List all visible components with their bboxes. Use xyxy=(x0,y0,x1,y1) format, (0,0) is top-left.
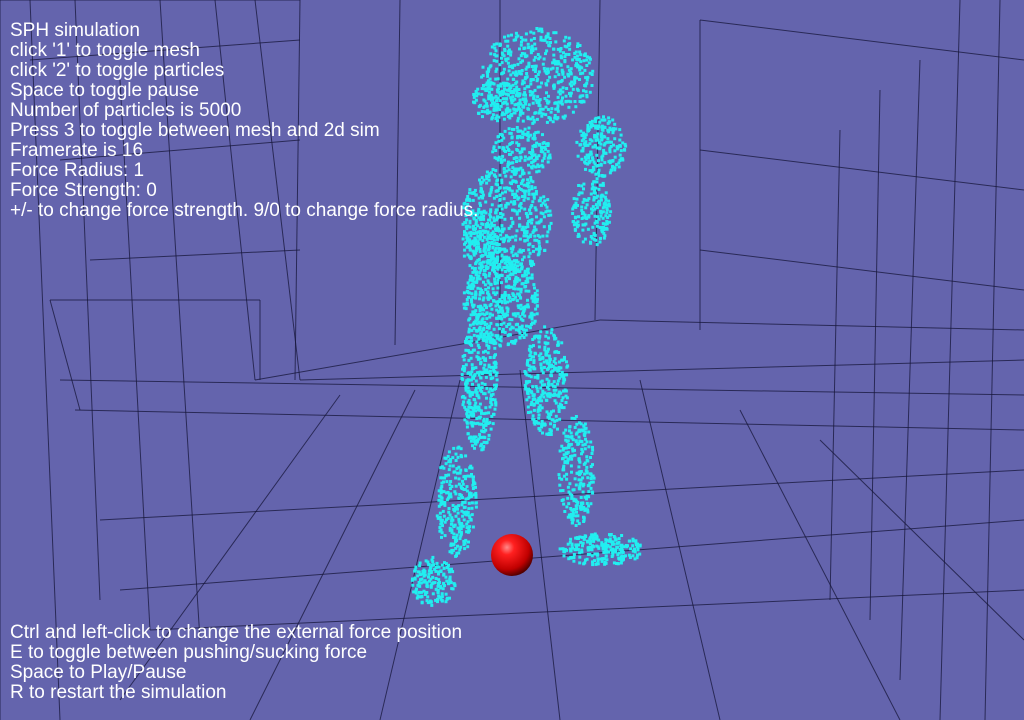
hud-line-particle-count: Number of particles is 5000 xyxy=(10,100,242,121)
simulation-viewport[interactable]: SPH simulation click '1' to toggle mesh … xyxy=(0,0,1024,720)
hud-line-toggle-pause: Space to toggle pause xyxy=(10,80,200,101)
hud-title: SPH simulation xyxy=(10,20,140,41)
hud-line-restart: R to restart the simulation xyxy=(10,682,227,703)
hud-line-play-pause: Space to Play/Pause xyxy=(10,662,187,683)
force-sphere-icon[interactable] xyxy=(491,534,533,576)
hud-line-force-strength: Force Strength: 0 xyxy=(10,180,157,201)
hud-instructions-bottom: Ctrl and left-click to change the extern… xyxy=(10,623,462,703)
hud-line-toggle-particles: click '2' to toggle particles xyxy=(10,60,225,81)
hud-instructions-top: SPH simulation click '1' to toggle mesh … xyxy=(10,21,478,221)
hud-line-ctrl-click: Ctrl and left-click to change the extern… xyxy=(10,622,463,643)
hud-line-force-radius: Force Radius: 1 xyxy=(10,160,145,181)
hud-line-push-suck: E to toggle between pushing/sucking forc… xyxy=(10,642,368,663)
hud-line-toggle-mode: Press 3 to toggle between mesh and 2d si… xyxy=(10,120,380,141)
hud-line-framerate: Framerate is 16 xyxy=(10,140,144,161)
hud-line-toggle-mesh: click '1' to toggle mesh xyxy=(10,40,200,61)
hud-line-force-controls: +/- to change force strength. 9/0 to cha… xyxy=(10,200,479,221)
